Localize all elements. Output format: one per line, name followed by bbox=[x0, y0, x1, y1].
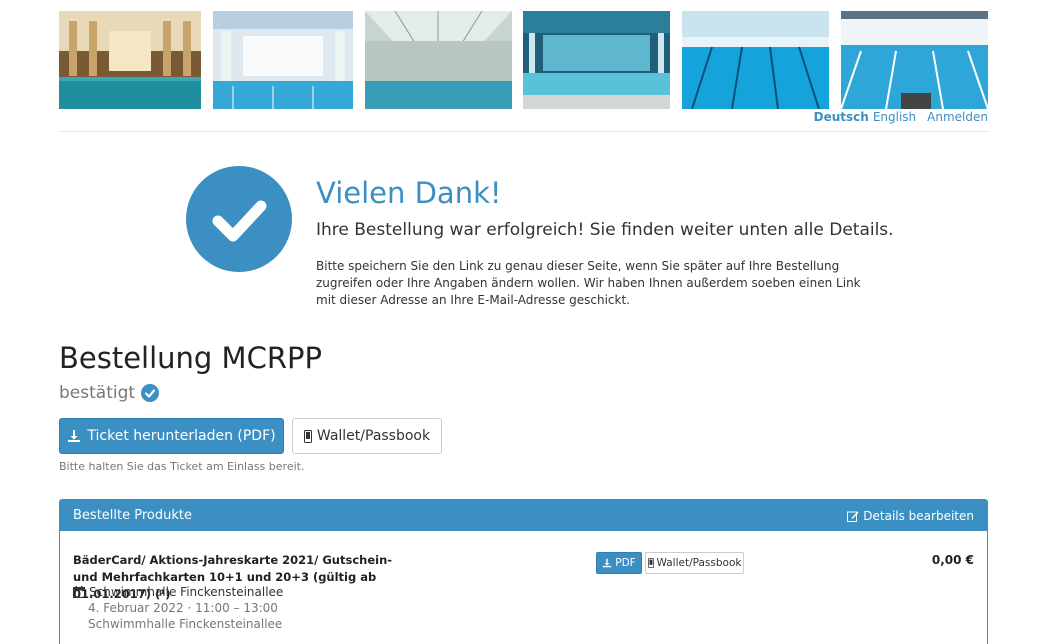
login-link[interactable]: Anmelden bbox=[927, 110, 988, 124]
edit-details-link[interactable]: Details bearbeiten bbox=[847, 509, 974, 523]
products-panel-title: Bestellte Produkte bbox=[73, 508, 192, 523]
edit-icon bbox=[847, 511, 859, 522]
order-title: Bestellung MCRPP bbox=[59, 341, 322, 375]
wallet-passbook-button[interactable]: Wallet/Passbook bbox=[292, 418, 442, 454]
pool-photo-3 bbox=[365, 11, 512, 109]
pool-photo-5 bbox=[682, 11, 829, 109]
download-ticket-button[interactable]: Ticket herunterladen (PDF) bbox=[59, 418, 284, 454]
ticket-hint: Bitte halten Sie das Ticket am Einlass b… bbox=[59, 460, 305, 473]
language-en-link[interactable]: English bbox=[873, 110, 916, 124]
product-venue-label: Schwimmhalle Finckensteinallee bbox=[89, 585, 284, 599]
mobile-icon bbox=[303, 429, 312, 443]
edit-details-label: Details bearbeiten bbox=[863, 508, 974, 523]
product-price: 0,00 € bbox=[931, 553, 974, 567]
header-image-strip bbox=[59, 11, 988, 109]
products-panel-header: Bestellte Produkte Details bearbeiten bbox=[60, 500, 987, 531]
products-panel: Bestellte Produkte Details bearbeiten Bä… bbox=[59, 499, 988, 644]
pool-photo-2 bbox=[213, 11, 353, 109]
product-pdf-button[interactable]: PDF bbox=[596, 552, 642, 574]
confirmation-title: Vielen Dank! bbox=[316, 176, 502, 210]
pool-photo-4 bbox=[523, 11, 670, 109]
order-status-label: bestätigt bbox=[59, 383, 136, 403]
language-de-link[interactable]: Deutsch bbox=[814, 110, 869, 124]
product-venue: Schwimmhalle Finckensteinallee bbox=[73, 585, 283, 599]
download-icon bbox=[68, 430, 81, 442]
product-wallet-button[interactable]: Wallet/Passbook bbox=[645, 552, 744, 574]
product-pdf-label: PDF bbox=[615, 557, 636, 569]
header-divider bbox=[59, 131, 988, 132]
wallet-passbook-label: Wallet/Passbook bbox=[316, 428, 431, 444]
calendar-icon bbox=[73, 586, 85, 598]
pool-photo-6 bbox=[841, 11, 988, 109]
product-date: 4. Februar 2022 · 11:00 – 13:00 bbox=[88, 601, 278, 615]
download-ticket-label: Ticket herunterladen (PDF) bbox=[87, 428, 276, 444]
download-icon bbox=[602, 558, 612, 568]
mobile-icon bbox=[647, 558, 654, 568]
status-check-icon bbox=[141, 384, 160, 402]
pool-photo-1 bbox=[59, 11, 201, 109]
language-bar: Deutsch English Anmelden bbox=[814, 110, 988, 124]
product-wallet-label: Wallet/Passbook bbox=[656, 557, 742, 569]
confirmation-subtitle: Ihre Bestellung war erfolgreich! Sie fin… bbox=[316, 220, 894, 240]
order-status: bestätigt bbox=[59, 383, 160, 403]
success-check-icon bbox=[186, 166, 292, 272]
product-venue-secondary: Schwimmhalle Finckensteinallee bbox=[88, 617, 283, 631]
confirmation-text: Bitte speichern Sie den Link zu genau di… bbox=[316, 259, 861, 307]
